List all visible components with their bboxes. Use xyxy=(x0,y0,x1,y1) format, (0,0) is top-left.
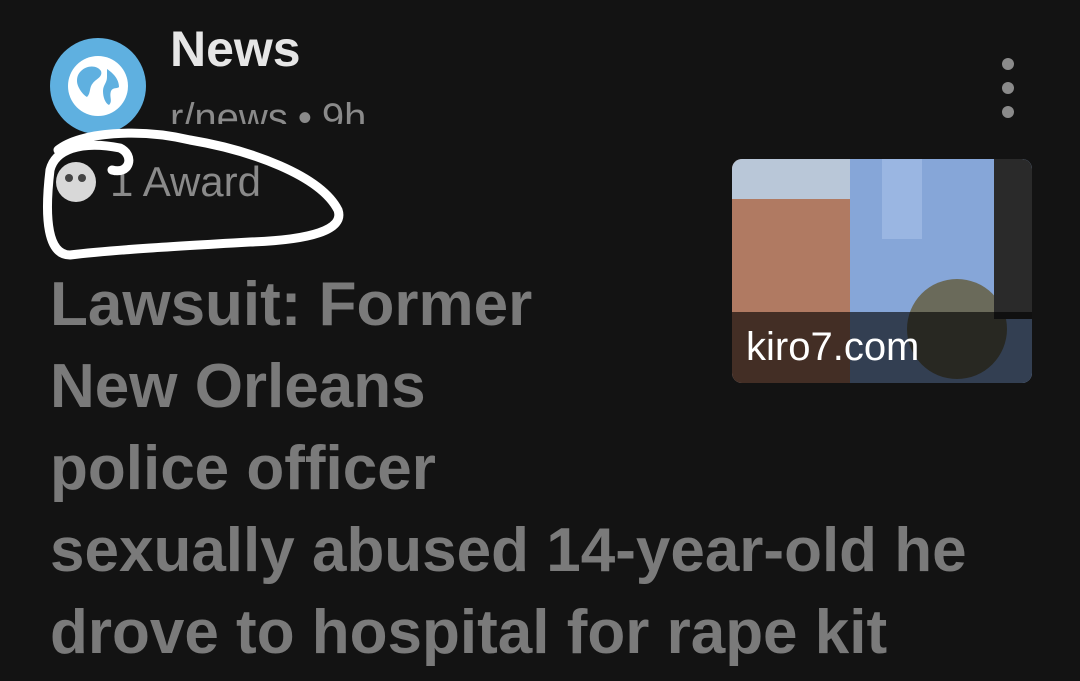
subreddit-link[interactable]: r/news xyxy=(170,98,288,124)
subreddit-display-name[interactable]: News xyxy=(170,24,301,74)
title-line: sexually abused 14-year-old he xyxy=(50,516,967,585)
link-thumbnail[interactable]: kiro7.com xyxy=(732,159,1032,383)
more-vertical-icon[interactable] xyxy=(990,58,1026,118)
title-line: police officer xyxy=(50,434,436,503)
subreddit-avatar[interactable] xyxy=(50,38,146,134)
more-dot xyxy=(1002,82,1014,94)
meta-separator: • xyxy=(297,98,312,124)
thumbnail-photo-background xyxy=(732,159,850,199)
more-dot xyxy=(1002,58,1014,70)
award-badge[interactable]: 1 Award xyxy=(56,158,261,206)
thumbnail-domain: kiro7.com xyxy=(732,312,1032,383)
post-meta: r/news • 9h xyxy=(170,98,366,124)
title-line: drove to hospital for rape kit xyxy=(50,598,888,667)
globe-icon xyxy=(68,56,128,116)
more-dot xyxy=(1002,106,1014,118)
post-age: 9h xyxy=(321,98,367,124)
award-icon xyxy=(56,162,96,202)
award-label: 1 Award xyxy=(110,158,261,205)
thumbnail-photo-collar xyxy=(882,159,922,239)
thumbnail-photo-strap xyxy=(994,159,1032,319)
